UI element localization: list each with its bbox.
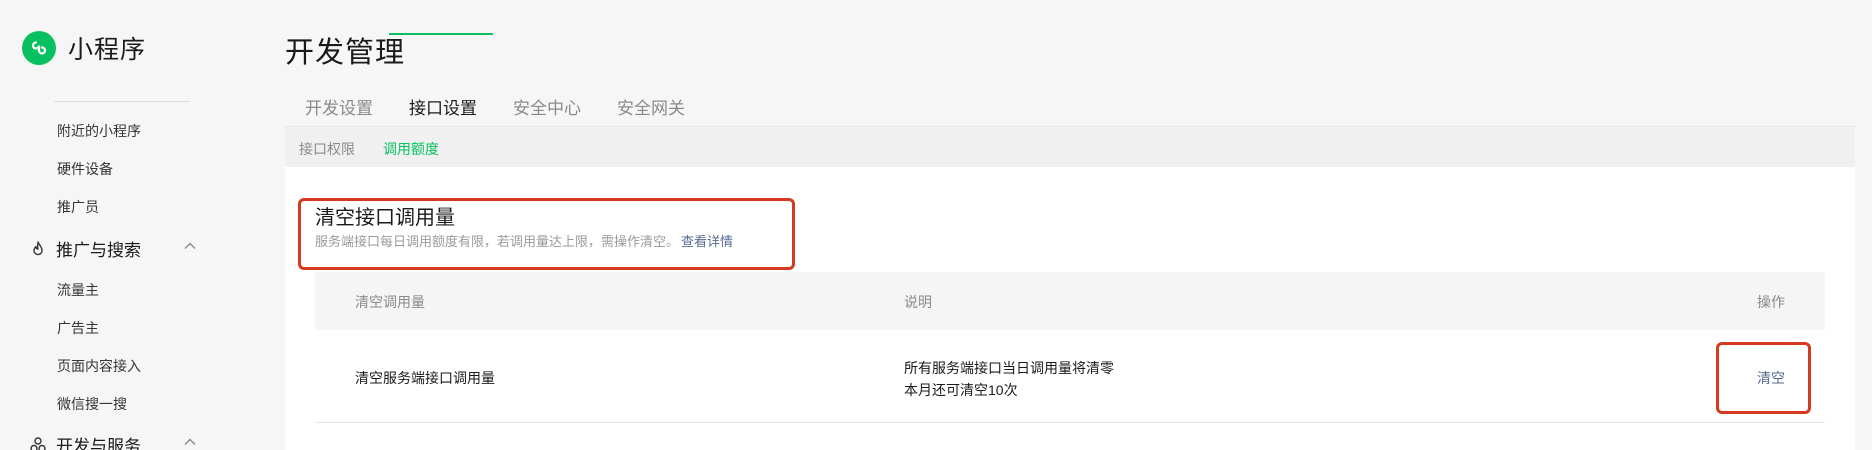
subtab-call-quota[interactable]: 调用额度 (383, 139, 439, 159)
sidebar-item-promoters[interactable]: 推广员 (57, 197, 99, 217)
subtab-bar: 接口权限 调用额度 (285, 127, 1855, 167)
sidebar-divider (54, 101, 190, 102)
sidebar-item-wechat-search[interactable]: 微信搜一搜 (57, 394, 127, 414)
brand-name: 小程序 (68, 36, 147, 64)
table-row: 清空服务端接口调用量 所有服务端接口当日调用量将清零 本月还可清空10次 (315, 330, 1825, 423)
tab-security-gateway[interactable]: 安全网关 (617, 94, 685, 119)
sidebar-group-promotion-search[interactable]: 推广与搜索 (28, 236, 198, 261)
sidebar-item-page-content-access[interactable]: 页面内容接入 (57, 356, 141, 376)
row-name: 清空服务端接口调用量 (355, 370, 495, 386)
column-header-action: 操作 (1757, 294, 1785, 310)
tab-dev-settings[interactable]: 开发设置 (305, 94, 373, 119)
chevron-up-icon[interactable] (182, 434, 198, 450)
section-description: 服务端接口每日调用额度有限，若调用量达上限，需操作清空。 查看详情 (315, 231, 733, 250)
sidebar-item-hardware-devices[interactable]: 硬件设备 (57, 159, 113, 179)
sidebar-group-label: 推广与搜索 (56, 241, 141, 260)
mini-program-logo-icon (22, 31, 56, 65)
tab-security-center[interactable]: 安全中心 (513, 94, 581, 119)
view-details-link[interactable]: 查看详情 (681, 234, 733, 249)
sidebar-group-dev-services[interactable]: 开发与服务 (28, 432, 198, 450)
active-tab-indicator (389, 33, 493, 35)
flame-icon (28, 239, 48, 259)
page-title: 开发管理 (285, 37, 406, 69)
sidebar-group-label: 开发与服务 (56, 437, 141, 450)
clear-button[interactable]: 清空 (1757, 368, 1785, 388)
table-header: 清空调用量 说明 操作 (315, 272, 1825, 330)
cluster-icon (28, 435, 48, 450)
tab-api-settings[interactable]: 接口设置 (409, 94, 477, 119)
column-header-description: 说明 (904, 294, 932, 310)
chevron-up-icon[interactable] (182, 238, 198, 254)
row-desc-line1: 所有服务端接口当日调用量将清零 (904, 360, 1114, 376)
row-desc-line2: 本月还可清空10次 (904, 382, 1018, 398)
sidebar: 小程序 附近的小程序 硬件设备 推广员 推广与搜索 流量主 广告主 页面内容接入… (0, 0, 260, 450)
sidebar-item-advertiser[interactable]: 广告主 (57, 318, 99, 338)
sidebar-item-nearby-mini-programs[interactable]: 附近的小程序 (57, 121, 141, 141)
section-desc-text: 服务端接口每日调用额度有限，若调用量达上限，需操作清空。 (315, 234, 680, 249)
subtab-api-permissions[interactable]: 接口权限 (299, 139, 355, 159)
section-title: 清空接口调用量 (315, 207, 455, 229)
column-header-clear-usage: 清空调用量 (355, 294, 425, 310)
sidebar-item-traffic-host[interactable]: 流量主 (57, 280, 99, 300)
tab-bar: 开发设置 接口设置 安全中心 安全网关 (285, 92, 1855, 127)
brand[interactable]: 小程序 (22, 30, 146, 66)
